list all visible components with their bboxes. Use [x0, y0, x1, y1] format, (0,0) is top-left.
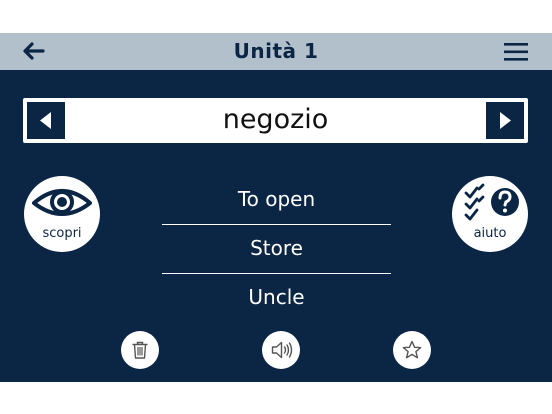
word-bar: negozio [23, 98, 528, 143]
speaker-icon [271, 341, 293, 359]
eye-icon [32, 189, 92, 216]
play-sound-button[interactable] [262, 331, 300, 369]
answer-option[interactable]: Uncle [162, 274, 391, 322]
favorite-button[interactable] [393, 331, 431, 369]
menu-button[interactable] [504, 43, 528, 61]
trash-icon [132, 341, 148, 359]
star-outline-icon [402, 340, 422, 359]
triangle-left-icon [40, 112, 51, 129]
answer-option[interactable]: Store [162, 225, 391, 274]
answer-option[interactable]: To open [162, 176, 391, 225]
triangle-right-icon [500, 112, 511, 129]
checklist-question-icon [464, 183, 519, 221]
flashcard-panel: negozio scopri To open Store Uncle aiuto [0, 70, 552, 382]
next-word-button[interactable] [486, 102, 524, 139]
page-title: Unità 1 [233, 39, 319, 63]
answer-list: To open Store Uncle [162, 176, 391, 322]
flashcard-word: negozio [222, 104, 329, 135]
discover-button[interactable]: scopri [24, 176, 100, 252]
hamburger-menu-icon [504, 43, 528, 61]
previous-word-button[interactable] [27, 102, 65, 139]
help-label: aiuto [473, 226, 507, 241]
help-button[interactable]: aiuto [452, 176, 528, 252]
top-bar: Unità 1 [0, 33, 552, 70]
discover-label: scopri [42, 226, 82, 241]
delete-button[interactable] [121, 331, 159, 369]
